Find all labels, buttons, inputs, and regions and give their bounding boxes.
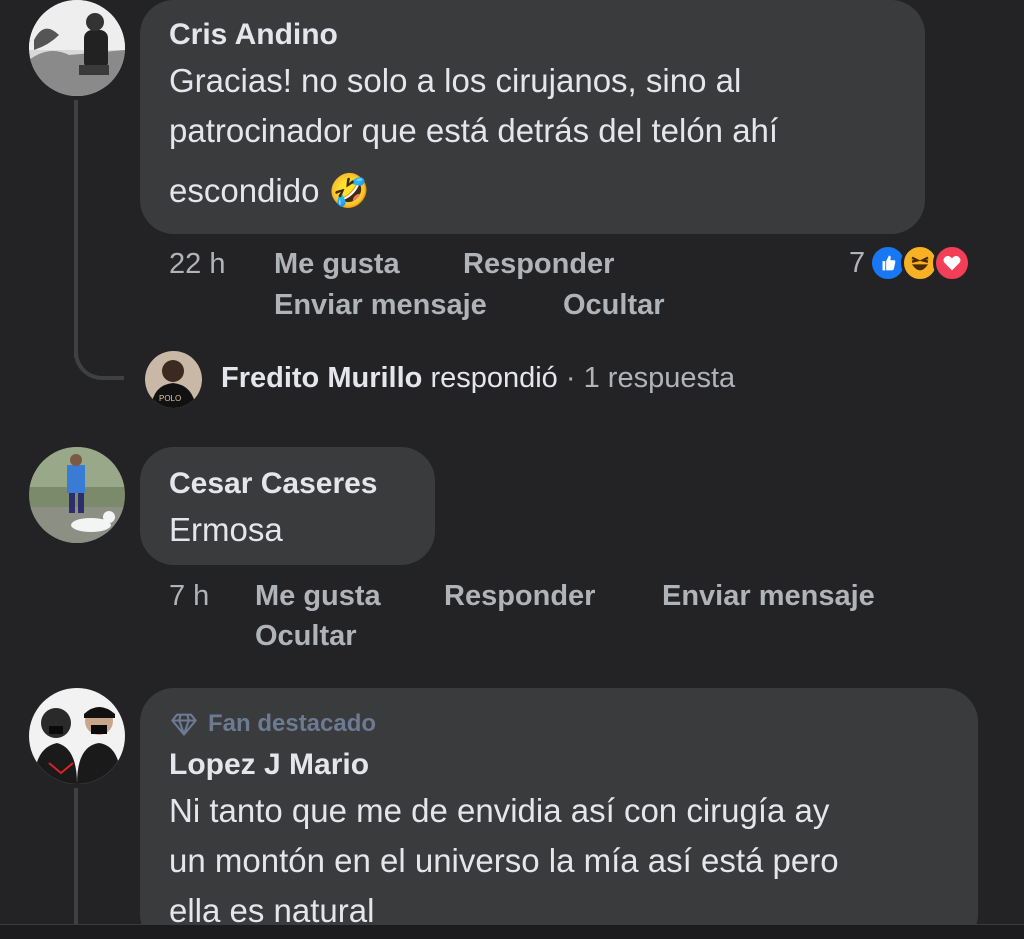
comment-author[interactable]: Cesar Caseres xyxy=(169,467,378,501)
thread-line xyxy=(74,788,78,928)
reply-button[interactable]: Responder xyxy=(463,248,614,281)
avatar-fredito-murillo[interactable]: POLO xyxy=(145,351,202,408)
comment-text: Ermosa xyxy=(169,505,429,555)
comment-text-line: Ni tanto que me de envidia así con cirug… xyxy=(169,792,830,829)
love-reaction-icon xyxy=(933,244,972,282)
avatar-lopez-j-mario[interactable] xyxy=(29,688,125,784)
comment-time[interactable]: 7 h xyxy=(169,580,209,613)
reply-separator: · xyxy=(565,362,576,394)
comment-time[interactable]: 22 h xyxy=(169,248,225,281)
reply-author[interactable]: Fredito Murillo xyxy=(221,362,422,394)
reply-button[interactable]: Responder xyxy=(444,580,595,613)
comment-author[interactable]: Cris Andino xyxy=(169,18,338,52)
reply-summary[interactable]: Fredito Murillo respondió · 1 respuesta xyxy=(221,362,735,395)
svg-text:POLO: POLO xyxy=(159,394,181,403)
like-button[interactable]: Me gusta xyxy=(274,248,400,281)
diamond-icon xyxy=(171,713,197,736)
top-fan-label: Fan destacado xyxy=(208,710,377,737)
top-fan-badge: Fan destacado xyxy=(170,710,376,738)
reactions-summary[interactable]: 7 xyxy=(849,244,972,282)
comment-text-line: un montón en el universo la mía así está… xyxy=(169,842,839,879)
comment-author[interactable]: Lopez J Mario xyxy=(169,748,369,782)
comment-text-line: Gracias! no solo a los cirujanos, sino a… xyxy=(169,62,742,99)
comment-text-line: escondido 🤣 xyxy=(169,172,370,209)
thread-line xyxy=(74,100,78,358)
comment-text-line: patrocinador que está detrás del telón a… xyxy=(169,112,779,149)
reply-count[interactable]: 1 respuesta xyxy=(584,362,736,394)
reaction-count: 7 xyxy=(849,246,866,279)
like-button[interactable]: Me gusta xyxy=(255,580,381,613)
bottom-bar xyxy=(0,924,1024,939)
thread-line-curve xyxy=(74,330,124,380)
avatar-cris-andino[interactable] xyxy=(29,0,125,96)
hide-button[interactable]: Ocultar xyxy=(255,620,357,653)
comment-text: Gracias! no solo a los cirujanos, sino a… xyxy=(169,56,914,216)
comments-screen: Cris Andino Gracias! no solo a los ciruj… xyxy=(0,0,1024,939)
send-message-button[interactable]: Enviar mensaje xyxy=(274,289,487,322)
avatar-cesar-caseres[interactable] xyxy=(29,447,125,543)
comment-text-line: Ermosa xyxy=(169,511,283,548)
send-message-button[interactable]: Enviar mensaje xyxy=(662,580,875,613)
comment-text: Ni tanto que me de envidia así con cirug… xyxy=(169,786,969,936)
hide-button[interactable]: Ocultar xyxy=(563,289,665,322)
reply-verb: respondió xyxy=(430,362,558,394)
